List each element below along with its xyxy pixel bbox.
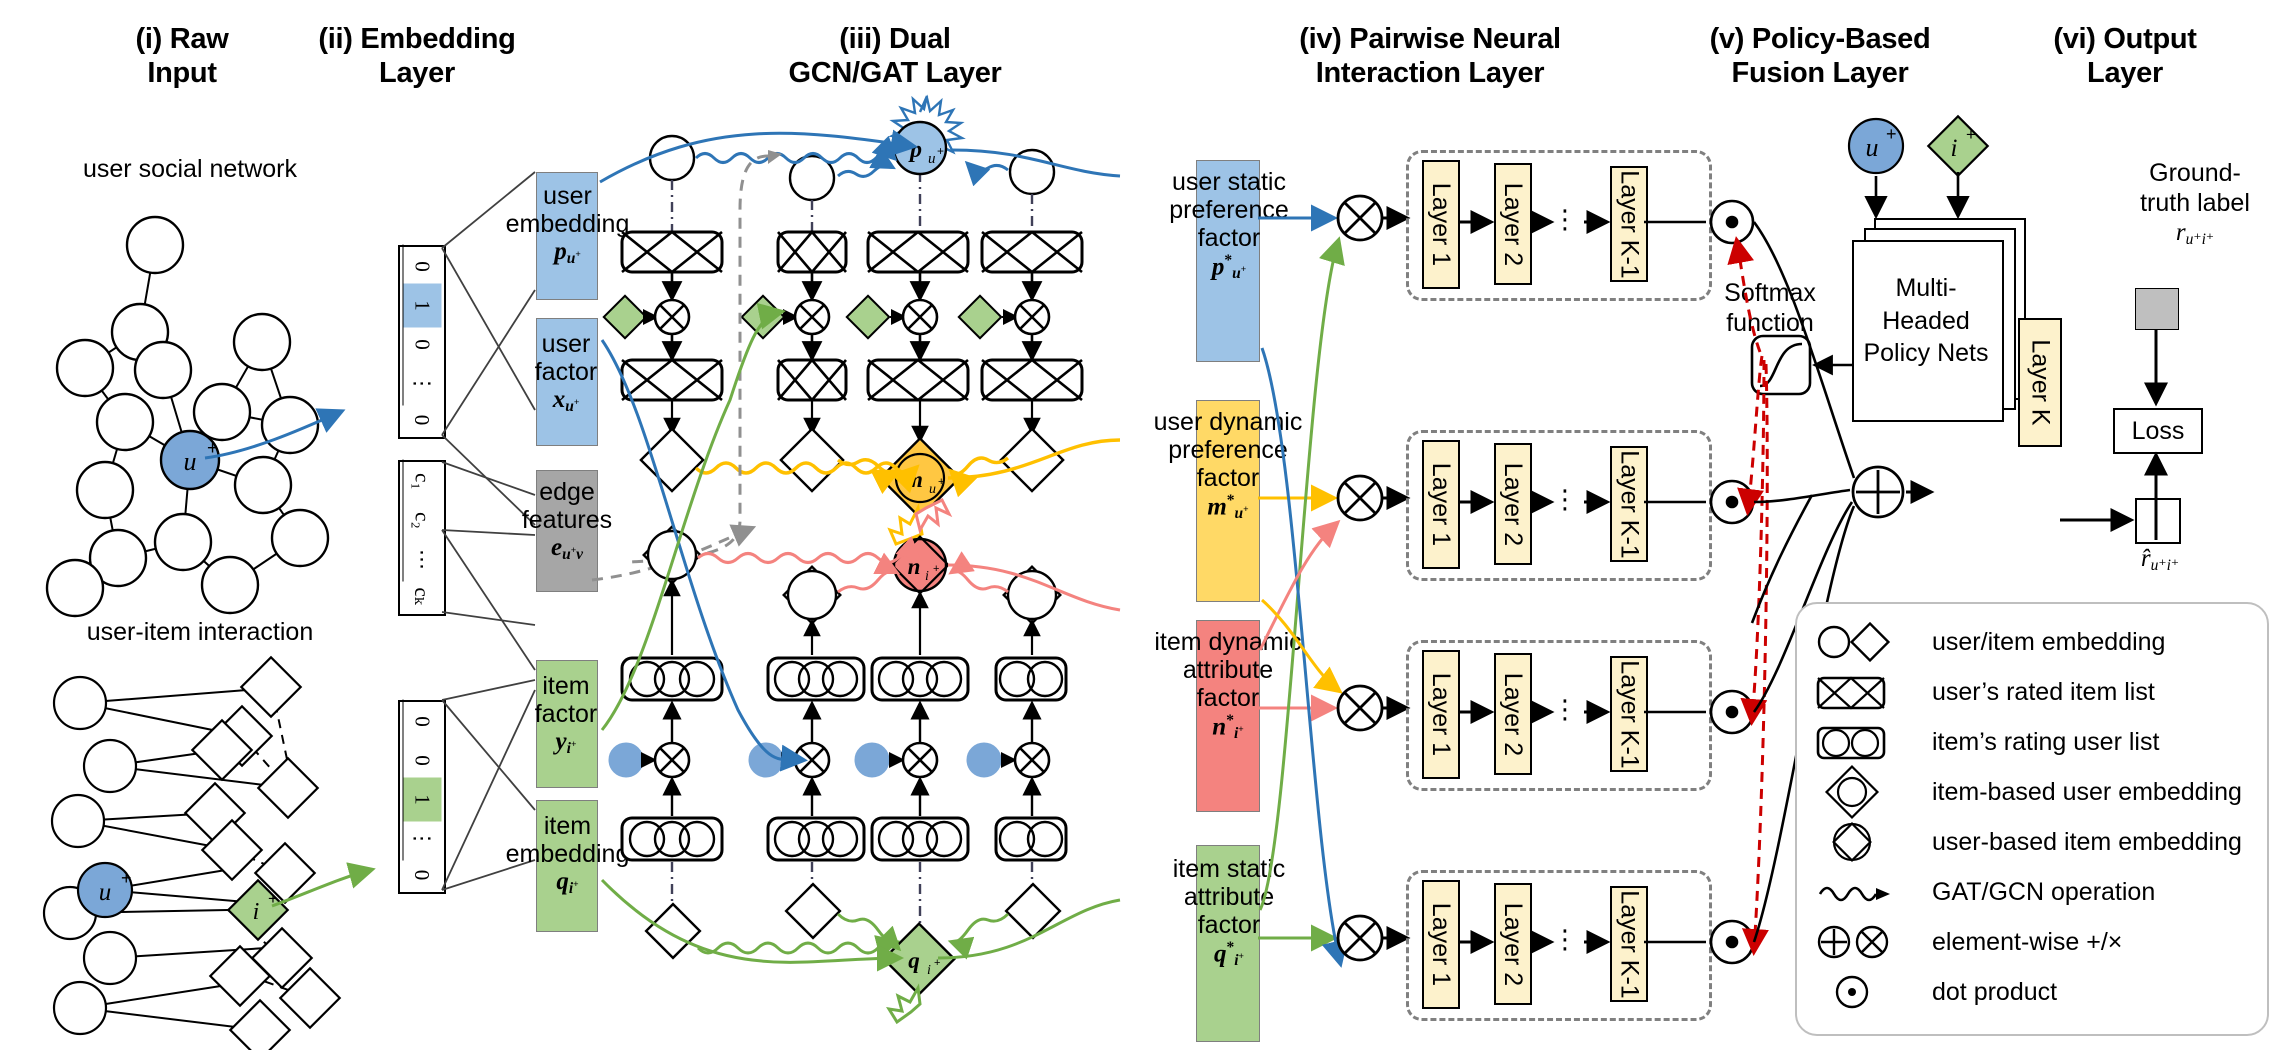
column-header-line2: Layer	[379, 57, 455, 90]
column-header-line2: GCN/GAT Layer	[788, 57, 1002, 90]
legend-item-users-rated-item-list: user’s rated item list	[1810, 668, 2260, 716]
column-header-line1: (iii) Dual	[839, 23, 951, 55]
policy-item-token	[1926, 114, 1990, 178]
legend-item-user-item-embedding: user/item embedding	[1810, 618, 2260, 666]
legend-item-gat-gcn-operation: GAT/GCN operation	[1810, 868, 2260, 916]
legend-label: user/item embedding	[1932, 627, 2166, 656]
user-onehot-vector: 0 1 0 ⋮ 0	[398, 244, 446, 439]
highlighted-user-sup-interaction: +	[121, 868, 132, 888]
onehot-cell: 0	[410, 414, 435, 426]
onehot-cell: 0	[402, 322, 442, 367]
rounded-box-circles-icon	[1816, 726, 1886, 760]
highlighted-item-label: i	[253, 899, 260, 925]
column-header-raw-input: (i) Raw Input	[62, 22, 302, 90]
onehot-cell-active: 1	[402, 283, 442, 328]
legend-pointer-curve	[1750, 494, 1814, 624]
column-header-output-layer: (vi) Output Layer	[2010, 22, 2240, 90]
legend-label: item-based user embedding	[1932, 777, 2242, 806]
legend-label: user’s rated item list	[1932, 677, 2155, 706]
legend-item-element-wise-ops: element-wise +/×	[1810, 918, 2260, 966]
wavy-arrow-icon	[1818, 886, 1890, 902]
edge-cell: cₖ	[410, 587, 435, 605]
user-social-network-title: user social network	[83, 155, 297, 183]
highlighted-user-label-interaction: u	[99, 879, 112, 906]
edge-cell: c₁	[402, 459, 442, 504]
user-social-network-graph: u +	[45, 215, 346, 618]
legend-label: user-based item embedding	[1932, 827, 2242, 856]
column-header-line1: (v) Policy-Based	[1709, 23, 1931, 55]
edge-cell: c₂	[402, 498, 442, 543]
column-header-dual-gcn-gat-layer: (iii) Dual GCN/GAT Layer	[740, 22, 1050, 90]
column-header-line2: Fusion Layer	[1731, 57, 1909, 90]
onehot-cell: 0	[402, 699, 442, 744]
column-header-line2: Interaction Layer	[1315, 57, 1545, 90]
legend-item-dot-product: dot product	[1810, 968, 2260, 1016]
column-header-line2: Input	[147, 57, 217, 90]
legend-label: item’s rating user list	[1932, 727, 2160, 756]
rounded-box-diamonds-icon	[1816, 676, 1886, 710]
onehot-cell: 0	[410, 869, 435, 881]
svg-text:+: +	[1966, 125, 1976, 144]
user-item-interaction-graph: u + i +	[42, 655, 376, 1050]
column-header-policy-based-fusion-layer: (v) Policy-Based Fusion Layer	[1655, 22, 1985, 90]
legend-item-item-based-user-embedding: item-based user embedding	[1810, 764, 2260, 820]
legend-item-items-rating-user-list: item’s rating user list	[1810, 718, 2260, 766]
ground-truth-label: Ground- truth label ru⁺i⁺	[2095, 158, 2278, 249]
column-header-line1: (ii) Embedding	[318, 23, 516, 55]
column-header-line1: (i) Raw	[135, 23, 229, 55]
edge-feature-vector: c₁ c₂ ⋯ cₖ	[398, 459, 446, 616]
ground-truth-line1: Ground-	[2149, 159, 2241, 187]
legend-label: GAT/GCN operation	[1932, 877, 2156, 906]
dot-circle-icon	[1835, 975, 1869, 1009]
highlighted-user-label: u	[184, 447, 197, 476]
mlp-internal-arrows	[1458, 210, 1706, 954]
user-item-interaction-title: user-item interaction	[86, 618, 314, 646]
column-header-line1: (vi) Output	[2053, 23, 2197, 55]
legend-item-user-based-item-embedding: user-based item embedding	[1810, 818, 2260, 866]
pairwise-multiplier-gates	[1336, 194, 1411, 962]
diamond-over-circle-icon	[1824, 764, 1880, 820]
ground-truth-line2: truth label	[2140, 189, 2250, 217]
onehot-cell-active: 1	[402, 777, 442, 822]
svg-text:i: i	[1951, 135, 1958, 162]
plus-times-circles-icon	[1817, 925, 1889, 959]
column-header-line2: Layer	[2087, 57, 2163, 90]
ground-truth-symbol: ru⁺i⁺	[2175, 219, 2215, 248]
column-header-pairwise-neural-interaction-layer: (iv) Pairwise Neural Interaction Layer	[1230, 22, 1630, 90]
svg-text:+: +	[1886, 124, 1897, 144]
legend-label: element-wise +/×	[1932, 927, 2123, 956]
column-header-embedding-layer: (ii) Embedding Layer	[272, 22, 562, 90]
circle-diamond-icon	[1817, 621, 1891, 663]
item-onehot-vector: 0 0 1 ⋮ 0	[398, 699, 446, 894]
circle-over-diamond-icon	[1832, 822, 1872, 862]
legend-label: dot product	[1932, 977, 2058, 1006]
onehot-cell: 0	[402, 244, 442, 289]
column-header-line1: (iv) Pairwise Neural	[1299, 23, 1561, 55]
output-layer-arrows	[2060, 330, 2168, 540]
onehot-cell: 0	[402, 738, 442, 783]
